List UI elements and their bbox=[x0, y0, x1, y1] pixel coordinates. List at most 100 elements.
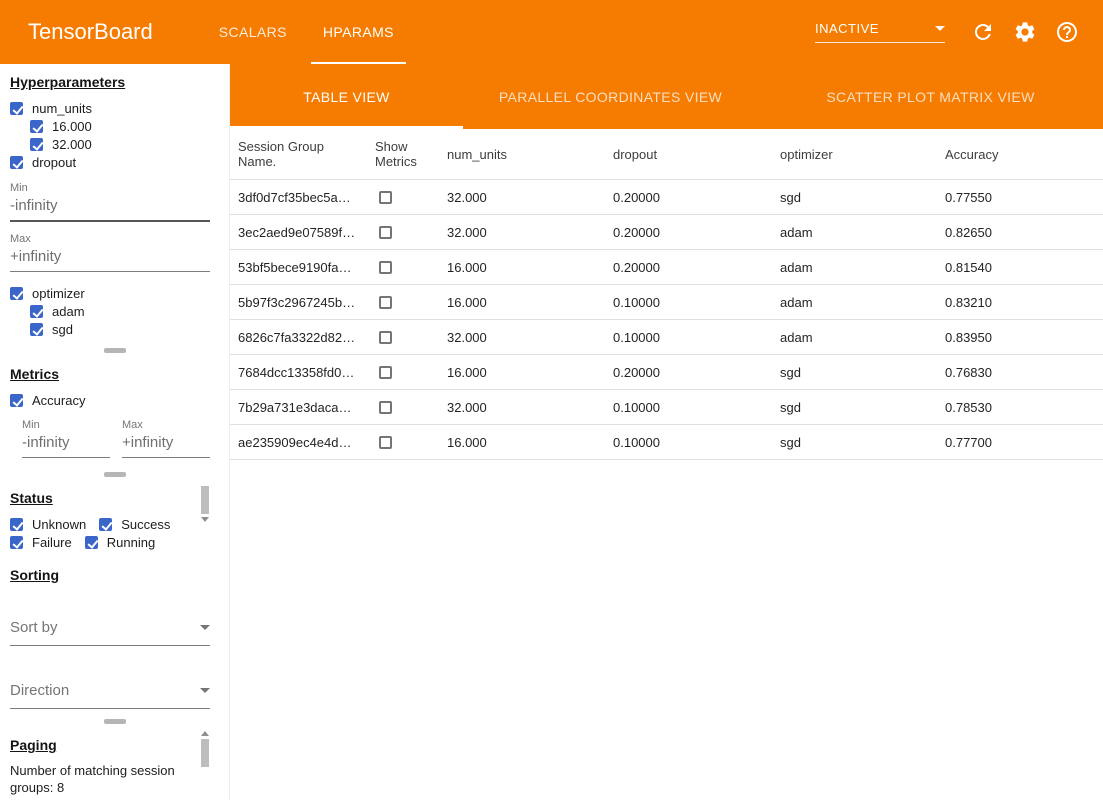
help-button[interactable] bbox=[1055, 20, 1079, 44]
sort-by-select[interactable]: Sort by bbox=[10, 615, 210, 646]
num-units-value: 32.000 bbox=[447, 190, 613, 205]
show-metrics-cell bbox=[375, 226, 447, 239]
table-row: 6826c7fa3322d82… 32.000 0.10000 adam 0.8… bbox=[230, 320, 1103, 355]
optimizer-value: sgd bbox=[780, 400, 945, 415]
col-dropout: dropout bbox=[613, 147, 780, 162]
status-scrollbar bbox=[200, 486, 209, 522]
table-row: 7684dcc13358fd0… 16.000 0.20000 sgd 0.76… bbox=[230, 355, 1103, 390]
sort-by-value: Sort by bbox=[10, 619, 58, 636]
optimizer-value: sgd bbox=[780, 365, 945, 380]
metrics-heading: Metrics bbox=[10, 366, 219, 382]
session-group-name: 6826c7fa3322d82… bbox=[230, 330, 375, 345]
scrollbar-thumb[interactable] bbox=[201, 739, 209, 767]
dropout-max-input[interactable] bbox=[10, 245, 210, 272]
status-heading: Status bbox=[10, 490, 219, 506]
status-success-checkbox[interactable] bbox=[99, 518, 112, 531]
drag-handle[interactable] bbox=[104, 348, 126, 353]
show-metrics-checkbox[interactable] bbox=[379, 226, 392, 239]
dropout-min-input[interactable] bbox=[10, 194, 210, 222]
accuracy-value: 0.83210 bbox=[945, 295, 1103, 310]
status-item-failure: Failure bbox=[10, 533, 72, 551]
section-splitter bbox=[0, 715, 229, 727]
num-units-checkbox[interactable] bbox=[10, 102, 23, 115]
nav-tab-hparams[interactable]: HPARAMS bbox=[305, 0, 412, 64]
nav-tab-scalars[interactable]: SCALARS bbox=[201, 0, 305, 64]
dropout-value: 0.10000 bbox=[613, 330, 780, 345]
show-metrics-checkbox[interactable] bbox=[379, 366, 392, 379]
session-group-name: ae235909ec4e4d… bbox=[230, 435, 375, 450]
dropout-max-label: Max bbox=[10, 233, 219, 245]
status-options: Unknown Success Failure Running bbox=[10, 515, 202, 551]
num-units-16-checkbox[interactable] bbox=[30, 120, 43, 133]
paging-scrollbar bbox=[200, 731, 209, 767]
tab-parallel-coordinates-view[interactable]: PARALLEL COORDINATES VIEW bbox=[463, 64, 758, 129]
show-metrics-cell bbox=[375, 366, 447, 379]
status-running-label: Running bbox=[107, 535, 155, 550]
show-metrics-checkbox[interactable] bbox=[379, 261, 392, 274]
optimizer-checkbox[interactable] bbox=[10, 287, 23, 300]
hparam-value-row: sgd bbox=[30, 320, 219, 338]
accuracy-max-input[interactable] bbox=[122, 431, 210, 458]
optimizer-sgd-checkbox[interactable] bbox=[30, 323, 43, 336]
accuracy-value: 0.77550 bbox=[945, 190, 1103, 205]
status-failure-label: Failure bbox=[32, 535, 72, 550]
direction-select[interactable]: Direction bbox=[10, 678, 210, 709]
optimizer-adam-checkbox[interactable] bbox=[30, 305, 43, 318]
table-row: 3ec2aed9e07589f… 32.000 0.20000 adam 0.8… bbox=[230, 215, 1103, 250]
drag-handle[interactable] bbox=[104, 719, 126, 724]
show-metrics-checkbox[interactable] bbox=[379, 191, 392, 204]
show-metrics-cell bbox=[375, 296, 447, 309]
optimizer-sgd-label: sgd bbox=[52, 322, 73, 337]
accuracy-value: 0.77700 bbox=[945, 435, 1103, 450]
reload-interval-select[interactable]: INACTIVE bbox=[815, 21, 945, 43]
scroll-down-icon[interactable] bbox=[201, 517, 209, 522]
accuracy-min-field: Min bbox=[22, 419, 110, 458]
session-group-name: 7b29a731e3daca… bbox=[230, 400, 375, 415]
accuracy-label: Accuracy bbox=[32, 393, 85, 408]
show-metrics-checkbox[interactable] bbox=[379, 401, 392, 414]
num-units-value: 16.000 bbox=[447, 295, 613, 310]
show-metrics-checkbox[interactable] bbox=[379, 296, 392, 309]
help-icon bbox=[1055, 20, 1079, 44]
hparam-value-row: 16.000 bbox=[30, 117, 219, 135]
show-metrics-checkbox[interactable] bbox=[379, 331, 392, 344]
hparam-row-dropout: dropout bbox=[10, 153, 219, 171]
tab-scatter-plot-matrix-view[interactable]: SCATTER PLOT MATRIX VIEW bbox=[758, 64, 1103, 129]
dropout-value: 0.20000 bbox=[613, 260, 780, 275]
status-running-checkbox[interactable] bbox=[85, 536, 98, 549]
hparam-value-row: adam bbox=[30, 302, 219, 320]
dropout-value: 0.10000 bbox=[613, 435, 780, 450]
tab-table-view[interactable]: TABLE VIEW bbox=[230, 64, 463, 129]
chevron-down-icon bbox=[935, 26, 945, 31]
accuracy-value: 0.82650 bbox=[945, 225, 1103, 240]
settings-button[interactable] bbox=[1013, 20, 1037, 44]
accuracy-minmax-row: Min Max bbox=[22, 419, 219, 458]
scrollbar-thumb[interactable] bbox=[201, 486, 209, 514]
toolbar-right: INACTIVE bbox=[815, 0, 1103, 64]
num-units-32-label: 32.000 bbox=[52, 137, 92, 152]
optimizer-adam-label: adam bbox=[52, 304, 85, 319]
num-units-16-label: 16.000 bbox=[52, 119, 92, 134]
dropout-checkbox[interactable] bbox=[10, 156, 23, 169]
optimizer-value: adam bbox=[780, 225, 945, 240]
status-unknown-checkbox[interactable] bbox=[10, 518, 23, 531]
status-failure-checkbox[interactable] bbox=[10, 536, 23, 549]
metrics-section: Metrics Accuracy Min Max bbox=[0, 356, 229, 468]
accuracy-max-field: Max bbox=[122, 419, 210, 458]
scroll-up-icon[interactable] bbox=[201, 731, 209, 736]
accuracy-min-label: Min bbox=[22, 419, 110, 431]
table-row: 3df0d7cf35bec5a… 32.000 0.20000 sgd 0.77… bbox=[230, 180, 1103, 215]
accuracy-checkbox[interactable] bbox=[10, 394, 23, 407]
reload-interval-value: INACTIVE bbox=[815, 21, 879, 36]
accuracy-min-input[interactable] bbox=[22, 431, 110, 458]
refresh-button[interactable] bbox=[971, 20, 995, 44]
accuracy-value: 0.81540 bbox=[945, 260, 1103, 275]
num-units-32-checkbox[interactable] bbox=[30, 138, 43, 151]
accuracy-value: 0.78530 bbox=[945, 400, 1103, 415]
show-metrics-checkbox[interactable] bbox=[379, 436, 392, 449]
show-metrics-cell bbox=[375, 401, 447, 414]
dropout-value: 0.20000 bbox=[613, 365, 780, 380]
drag-handle[interactable] bbox=[104, 472, 126, 477]
table-row: 7b29a731e3daca… 32.000 0.10000 sgd 0.785… bbox=[230, 390, 1103, 425]
view-tabs: TABLE VIEW PARALLEL COORDINATES VIEW SCA… bbox=[230, 64, 1103, 129]
